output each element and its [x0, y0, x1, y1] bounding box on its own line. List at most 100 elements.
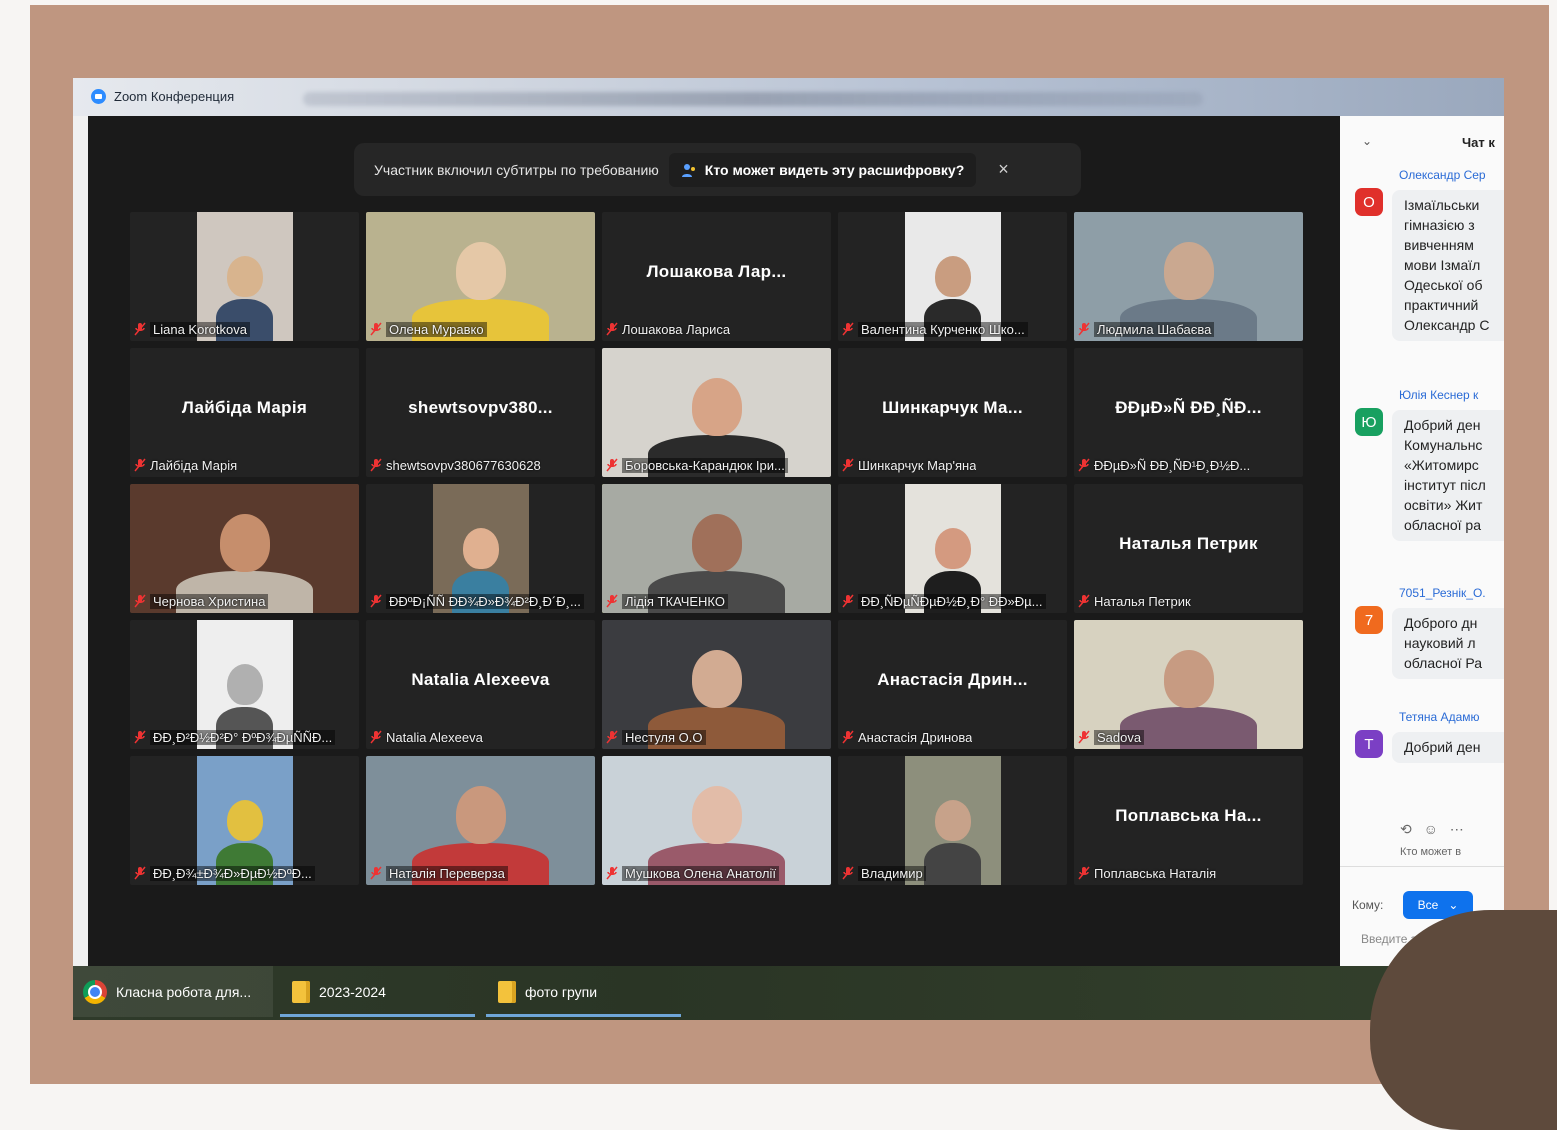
participant-name-label: Людмила Шабаєва — [1078, 320, 1215, 338]
muted-mic-icon — [370, 594, 382, 608]
chat-bubble: Доброго дн науковий л обласної Ра — [1392, 608, 1504, 679]
person-head — [455, 786, 506, 844]
participant-tile[interactable]: Поплавська На... Поплавська Наталія — [1074, 756, 1303, 885]
chat-sender[interactable]: Тетяна Адамю — [1399, 710, 1480, 724]
taskbar-item-folder-2023[interactable]: 2023-2024 — [280, 966, 475, 1017]
chat-line: «Житомирс — [1404, 457, 1479, 473]
participant-tile[interactable]: ÐÐ¸ÑÐµÑÐµÐ½Ð¸Ð° ÐÐ»Ðµ... — [838, 484, 1067, 613]
sender-avatar: Т — [1355, 730, 1383, 758]
muted-mic-icon — [606, 730, 618, 744]
participant-tile[interactable]: ÐÐ¸Ð¾±Ð¾Ð»ÐµÐ½ÐºÐ... — [130, 756, 359, 885]
muted-mic-icon — [1078, 322, 1090, 336]
participant-name-label: Лайбіда Марія — [134, 456, 237, 474]
muted-mic-icon — [606, 458, 618, 472]
participant-tile[interactable]: ÐÐºÐ¡ÑÑ ÐÐ¾Ð»Ð¾Ð²Ð¸Ð´Ð¸... — [366, 484, 595, 613]
participant-tile[interactable]: Чернова Христина — [130, 484, 359, 613]
participant-tile[interactable]: Liana Korotkova — [130, 212, 359, 341]
participant-name-label: ÐÐ¸Ð²Ð½Ð²Ð° ÐºÐ¾ÐµÑÑÐ... — [134, 728, 336, 746]
active-indicator — [280, 1014, 475, 1017]
participant-name: ÐÐµÐ»Ñ ÐÐ¸ÑÐ¹Ð¸Ð½Ð... — [1094, 457, 1251, 473]
notice-text: Участник включил субтитры по требованию — [374, 161, 659, 178]
reaction-icons[interactable]: ⟲ ☺ ⋯ — [1400, 821, 1468, 838]
taskbar: Класна робота для... 2023-2024 фото груп… — [73, 966, 1504, 1020]
participant-tile[interactable]: shewtsovpv380... shewtsovpv380677630628 — [366, 348, 595, 477]
participant-tile[interactable]: Наталія Переверза — [366, 756, 595, 885]
participant-name-label: shewtsovpv380677630628 — [370, 456, 541, 474]
participant-name-label: Лошакова Лариса — [606, 320, 730, 338]
muted-mic-icon — [842, 594, 854, 608]
participant-tile[interactable]: Natalia Alexeeva Natalia Alexeeva — [366, 620, 595, 749]
close-notice-icon[interactable]: × — [998, 159, 1009, 180]
participant-tile[interactable]: Мушкова Олена Анатолії — [602, 756, 831, 885]
participant-tile[interactable]: Валентина Курченко Шко... — [838, 212, 1067, 341]
participant-tile[interactable]: Лошакова Лар... Лошакова Лариса — [602, 212, 831, 341]
chat-line: гімназією з — [1404, 217, 1475, 233]
muted-mic-icon — [370, 458, 382, 472]
participant-name-label: Liana Korotkova — [134, 320, 250, 338]
chat-line: практичний — [1404, 297, 1479, 313]
participant-tile[interactable]: Боровська-Карандюк Іри... — [602, 348, 831, 477]
taskbar-item-folder-photos[interactable]: фото групи — [486, 966, 681, 1017]
participant-tile[interactable]: Шинкарчук Ма... Шинкарчук Мар'яна — [838, 348, 1067, 477]
person-head — [691, 650, 742, 708]
participant-tile[interactable]: ÐÐ¸Ð²Ð½Ð²Ð° ÐºÐ¾ÐµÑÑÐ... — [130, 620, 359, 749]
participant-tile[interactable]: Лідія ТКАЧЕНКО — [602, 484, 831, 613]
muted-mic-icon — [1078, 730, 1090, 744]
participant-tile[interactable]: Sadova — [1074, 620, 1303, 749]
chat-line: науковий л — [1404, 635, 1476, 651]
participant-name: Шинкарчук Мар'яна — [858, 457, 977, 473]
participant-name: shewtsovpv380677630628 — [386, 457, 541, 473]
participant-tile[interactable]: Олена Муравко — [366, 212, 595, 341]
window-title: Zoom Конференция — [114, 89, 235, 104]
participant-name: Боровська-Карандюк Іри... — [622, 457, 788, 473]
participant-tile[interactable]: Анастасія Дрин... Анастасія Дринова — [838, 620, 1067, 749]
participant-tile[interactable]: Людмила Шабаєва — [1074, 212, 1303, 341]
who-can-see-chat[interactable]: Кто может в — [1400, 846, 1461, 858]
participant-name: Чернова Христина — [150, 593, 269, 609]
participant-name: Наталья Петрик — [1094, 593, 1191, 609]
participant-display-name: Лайбіда Марія — [181, 398, 308, 417]
who-can-see-button[interactable]: Кто может видеть эту расшифровку? — [668, 152, 977, 187]
participant-display-name: Шинкарчук Ма... — [882, 398, 1023, 417]
title-bar: Zoom Конференция — [73, 78, 1504, 116]
taskbar-item-chrome[interactable]: Класна робота для... — [73, 966, 273, 1017]
participant-tile[interactable]: ÐÐµÐ»Ñ ÐÐ¸ÑÐ... ÐÐµÐ»Ñ ÐÐ¸ÑÐ¹Ð¸Ð½Ð... — [1074, 348, 1303, 477]
muted-mic-icon — [134, 322, 146, 336]
participant-name: Олена Муравко — [386, 321, 487, 337]
participant-name-label: Боровська-Карандюк Іри... — [606, 456, 788, 474]
chevron-down-icon[interactable]: ⌄ — [1362, 134, 1372, 148]
person-head — [1163, 650, 1214, 708]
chat-line: Доброго дн — [1404, 615, 1478, 631]
muted-mic-icon — [606, 594, 618, 608]
chat-bubble: Добрий ден Комунальнс «Житомирс інститут пі… — [1392, 410, 1504, 541]
chat-line: Олександр С — [1404, 317, 1490, 333]
participant-name-label: ÐÐ¸Ð¾±Ð¾Ð»ÐµÐ½ÐºÐ... — [134, 864, 315, 882]
participant-tile[interactable]: Лайбіда Марія Лайбіда Марія — [130, 348, 359, 477]
participant-display-name: Наталья Петрик — [1119, 534, 1258, 553]
participant-name-label: Олена Муравко — [370, 320, 487, 338]
participant-display-name: ÐÐµÐ»Ñ ÐÐ¸ÑÐ... — [1115, 398, 1262, 417]
person-head — [226, 800, 263, 842]
muted-mic-icon — [370, 322, 382, 336]
participant-tile[interactable]: Нестуля О.О — [602, 620, 831, 749]
participant-name: Владимир — [858, 865, 926, 881]
left-edge — [73, 116, 88, 974]
participant-name-label: Валентина Курченко Шко... — [842, 320, 1028, 338]
person-head — [219, 514, 270, 572]
participant-name-label: Мушкова Олена Анатолії — [606, 864, 780, 882]
participant-name: Лідія ТКАЧЕНКО — [622, 593, 728, 609]
muted-mic-icon — [842, 866, 854, 880]
person-body — [923, 843, 982, 885]
participant-tile[interactable]: Владимир — [838, 756, 1067, 885]
participant-name-label: ÐÐºÐ¡ÑÑ ÐÐ¾Ð»Ð¾Ð²Ð¸Ð´Ð¸... — [370, 592, 584, 610]
chat-line: інститут післ — [1404, 477, 1486, 493]
chat-sender[interactable]: Юлія Кеснер к — [1399, 388, 1478, 402]
participant-name-label: Лідія ТКАЧЕНКО — [606, 592, 728, 610]
chat-bubble: Добрий ден — [1392, 732, 1504, 763]
chat-sender[interactable]: 7051_Резнік_О. — [1399, 586, 1486, 600]
participant-tile[interactable]: Наталья Петрик Наталья Петрик — [1074, 484, 1303, 613]
chat-sender[interactable]: Олександр Сер — [1399, 168, 1486, 182]
participant-name-label: Шинкарчук Мар'яна — [842, 456, 976, 474]
person-head — [226, 256, 263, 298]
muted-mic-icon — [134, 730, 146, 744]
